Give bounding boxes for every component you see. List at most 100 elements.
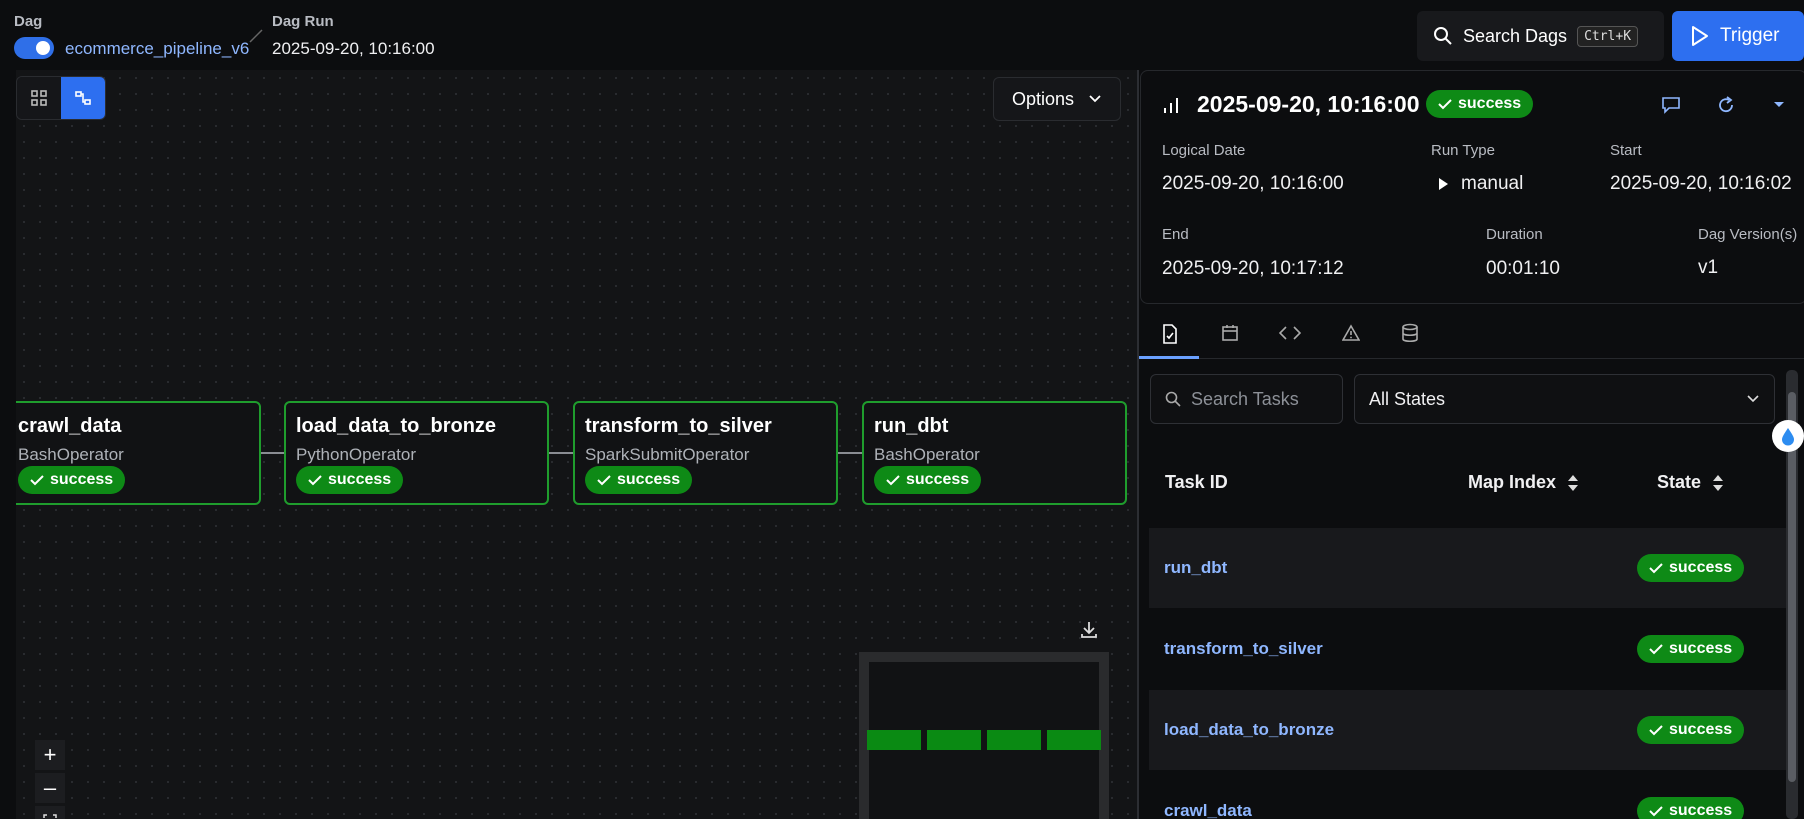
grid-view-button[interactable] bbox=[17, 77, 61, 119]
view-toggle bbox=[16, 76, 106, 120]
droplet-icon bbox=[1782, 428, 1794, 446]
edge bbox=[549, 452, 573, 454]
active-tab-indicator bbox=[1139, 356, 1199, 359]
status-text: success bbox=[50, 471, 114, 488]
check-icon bbox=[886, 475, 900, 486]
task-node-crawl-data[interactable]: crawl_data BashOperator success bbox=[16, 401, 261, 505]
breadcrumb-separator-icon bbox=[249, 29, 263, 43]
state-filter-select[interactable]: All States bbox=[1354, 374, 1775, 424]
search-icon bbox=[1165, 391, 1181, 407]
graph-icon bbox=[75, 91, 91, 105]
logical-date-label: Logical Date bbox=[1162, 142, 1246, 159]
chevron-down-icon bbox=[1747, 395, 1759, 403]
options-label: Options bbox=[1012, 88, 1075, 109]
play-icon bbox=[1692, 26, 1708, 46]
minimap[interactable] bbox=[859, 652, 1109, 819]
download-icon[interactable] bbox=[1079, 620, 1099, 640]
manual-run-icon bbox=[1439, 178, 1448, 190]
run-status-badge: success bbox=[1426, 90, 1534, 118]
edge bbox=[260, 452, 284, 454]
refresh-icon[interactable] bbox=[1717, 96, 1735, 114]
task-node-name: crawl_data bbox=[18, 415, 122, 437]
trigger-button[interactable]: Trigger bbox=[1672, 11, 1804, 61]
table-row[interactable]: run_dbt success bbox=[1149, 528, 1789, 608]
dag-pause-toggle[interactable] bbox=[14, 37, 54, 59]
task-node-operator: BashOperator bbox=[874, 445, 980, 464]
run-details-panel: 2025-09-20, 10:16:00 success Logical Dat… bbox=[1139, 70, 1804, 819]
search-dags-button[interactable]: Search Dags Ctrl+K bbox=[1417, 11, 1664, 61]
task-node-operator: SparkSubmitOperator bbox=[585, 445, 750, 464]
table-row[interactable]: transform_to_silver success bbox=[1149, 609, 1789, 689]
status-text: success bbox=[1669, 559, 1733, 576]
run-title: 2025-09-20, 10:16:00 bbox=[1197, 91, 1420, 117]
dag-run-label: Dag Run bbox=[272, 13, 334, 30]
status-text: success bbox=[906, 471, 970, 488]
status-badge: success bbox=[1637, 635, 1745, 663]
logical-date-value: 2025-09-20, 10:16:00 bbox=[1162, 173, 1344, 194]
task-node-load-data-to-bronze[interactable]: load_data_to_bronze PythonOperator succe… bbox=[284, 401, 549, 505]
duration-label: Duration bbox=[1486, 226, 1543, 243]
bar-chart-icon bbox=[1164, 98, 1178, 113]
table-row[interactable]: load_data_to_bronze success bbox=[1149, 690, 1789, 770]
zoom-in-button[interactable]: + bbox=[35, 740, 65, 770]
minimap-node bbox=[987, 730, 1041, 750]
task-node-transform-to-silver[interactable]: transform_to_silver SparkSubmitOperator … bbox=[573, 401, 838, 505]
tab-task-instances-icon[interactable] bbox=[1161, 324, 1179, 344]
task-id-link[interactable]: run_dbt bbox=[1164, 558, 1227, 578]
task-id-link[interactable]: transform_to_silver bbox=[1164, 639, 1323, 659]
dag-label: Dag bbox=[14, 13, 43, 30]
column-label: Map Index bbox=[1468, 472, 1557, 492]
dag-run-value: 2025-09-20, 10:16:00 bbox=[272, 39, 435, 58]
dag-name-link[interactable]: ecommerce_pipeline_v6 bbox=[65, 39, 249, 59]
task-node-name: run_dbt bbox=[874, 415, 949, 437]
fit-view-icon bbox=[43, 814, 57, 818]
tab-code-icon[interactable] bbox=[1279, 326, 1301, 340]
minimap-node bbox=[867, 730, 921, 750]
floating-assistant-button[interactable] bbox=[1772, 420, 1804, 452]
status-badge: success bbox=[1637, 554, 1745, 582]
tab-calendar-icon[interactable] bbox=[1221, 324, 1239, 342]
column-task-id[interactable]: Task ID bbox=[1165, 472, 1228, 493]
task-id-link[interactable]: load_data_to_bronze bbox=[1164, 720, 1334, 740]
column-map-index[interactable]: Map Index bbox=[1468, 472, 1580, 493]
fit-view-button[interactable] bbox=[35, 806, 65, 819]
state-filter-value: All States bbox=[1369, 388, 1446, 409]
status-badge: success bbox=[874, 466, 982, 494]
comment-icon[interactable] bbox=[1661, 96, 1681, 114]
status-text: success bbox=[1669, 802, 1733, 819]
task-node-name: transform_to_silver bbox=[585, 415, 772, 437]
options-button[interactable]: Options bbox=[993, 77, 1122, 121]
status-text: success bbox=[1458, 95, 1522, 112]
search-tasks-input[interactable]: Search Tasks bbox=[1150, 374, 1343, 424]
edge bbox=[838, 452, 862, 454]
chevron-down-icon bbox=[1089, 95, 1101, 103]
column-label: State bbox=[1657, 472, 1702, 492]
minimap-node bbox=[1047, 730, 1101, 750]
task-node-operator: BashOperator bbox=[18, 445, 124, 464]
status-badge: success bbox=[1637, 716, 1745, 744]
dag-version-label: Dag Version(s) bbox=[1698, 226, 1798, 243]
column-state[interactable]: State bbox=[1657, 472, 1725, 493]
task-id-link[interactable]: crawl_data bbox=[1164, 801, 1252, 819]
check-icon bbox=[1649, 563, 1663, 574]
check-icon bbox=[597, 475, 611, 486]
task-node-run-dbt[interactable]: run_dbt BashOperator success bbox=[862, 401, 1127, 505]
tab-database-icon[interactable] bbox=[1401, 323, 1419, 343]
graph-view-button[interactable] bbox=[61, 77, 105, 119]
status-badge: success bbox=[296, 466, 404, 494]
status-text: success bbox=[1669, 721, 1733, 738]
trigger-label: Trigger bbox=[1720, 25, 1780, 46]
search-tasks-placeholder: Search Tasks bbox=[1191, 388, 1299, 409]
start-label: Start bbox=[1610, 142, 1642, 159]
dag-graph-canvas[interactable]: Options crawl_data BashOperator success … bbox=[16, 70, 1139, 819]
zoom-out-button[interactable]: – bbox=[35, 773, 65, 803]
end-value: 2025-09-20, 10:17:12 bbox=[1162, 258, 1344, 279]
task-node-name: load_data_to_bronze bbox=[296, 415, 497, 437]
duration-value: 00:01:10 bbox=[1486, 258, 1560, 279]
column-label: Task ID bbox=[1165, 472, 1228, 492]
chevron-down-icon[interactable] bbox=[1773, 101, 1785, 109]
tab-warning-icon[interactable] bbox=[1342, 324, 1360, 342]
grid-icon bbox=[31, 90, 47, 106]
status-text: success bbox=[617, 471, 681, 488]
table-row[interactable]: crawl_data success bbox=[1149, 771, 1789, 819]
